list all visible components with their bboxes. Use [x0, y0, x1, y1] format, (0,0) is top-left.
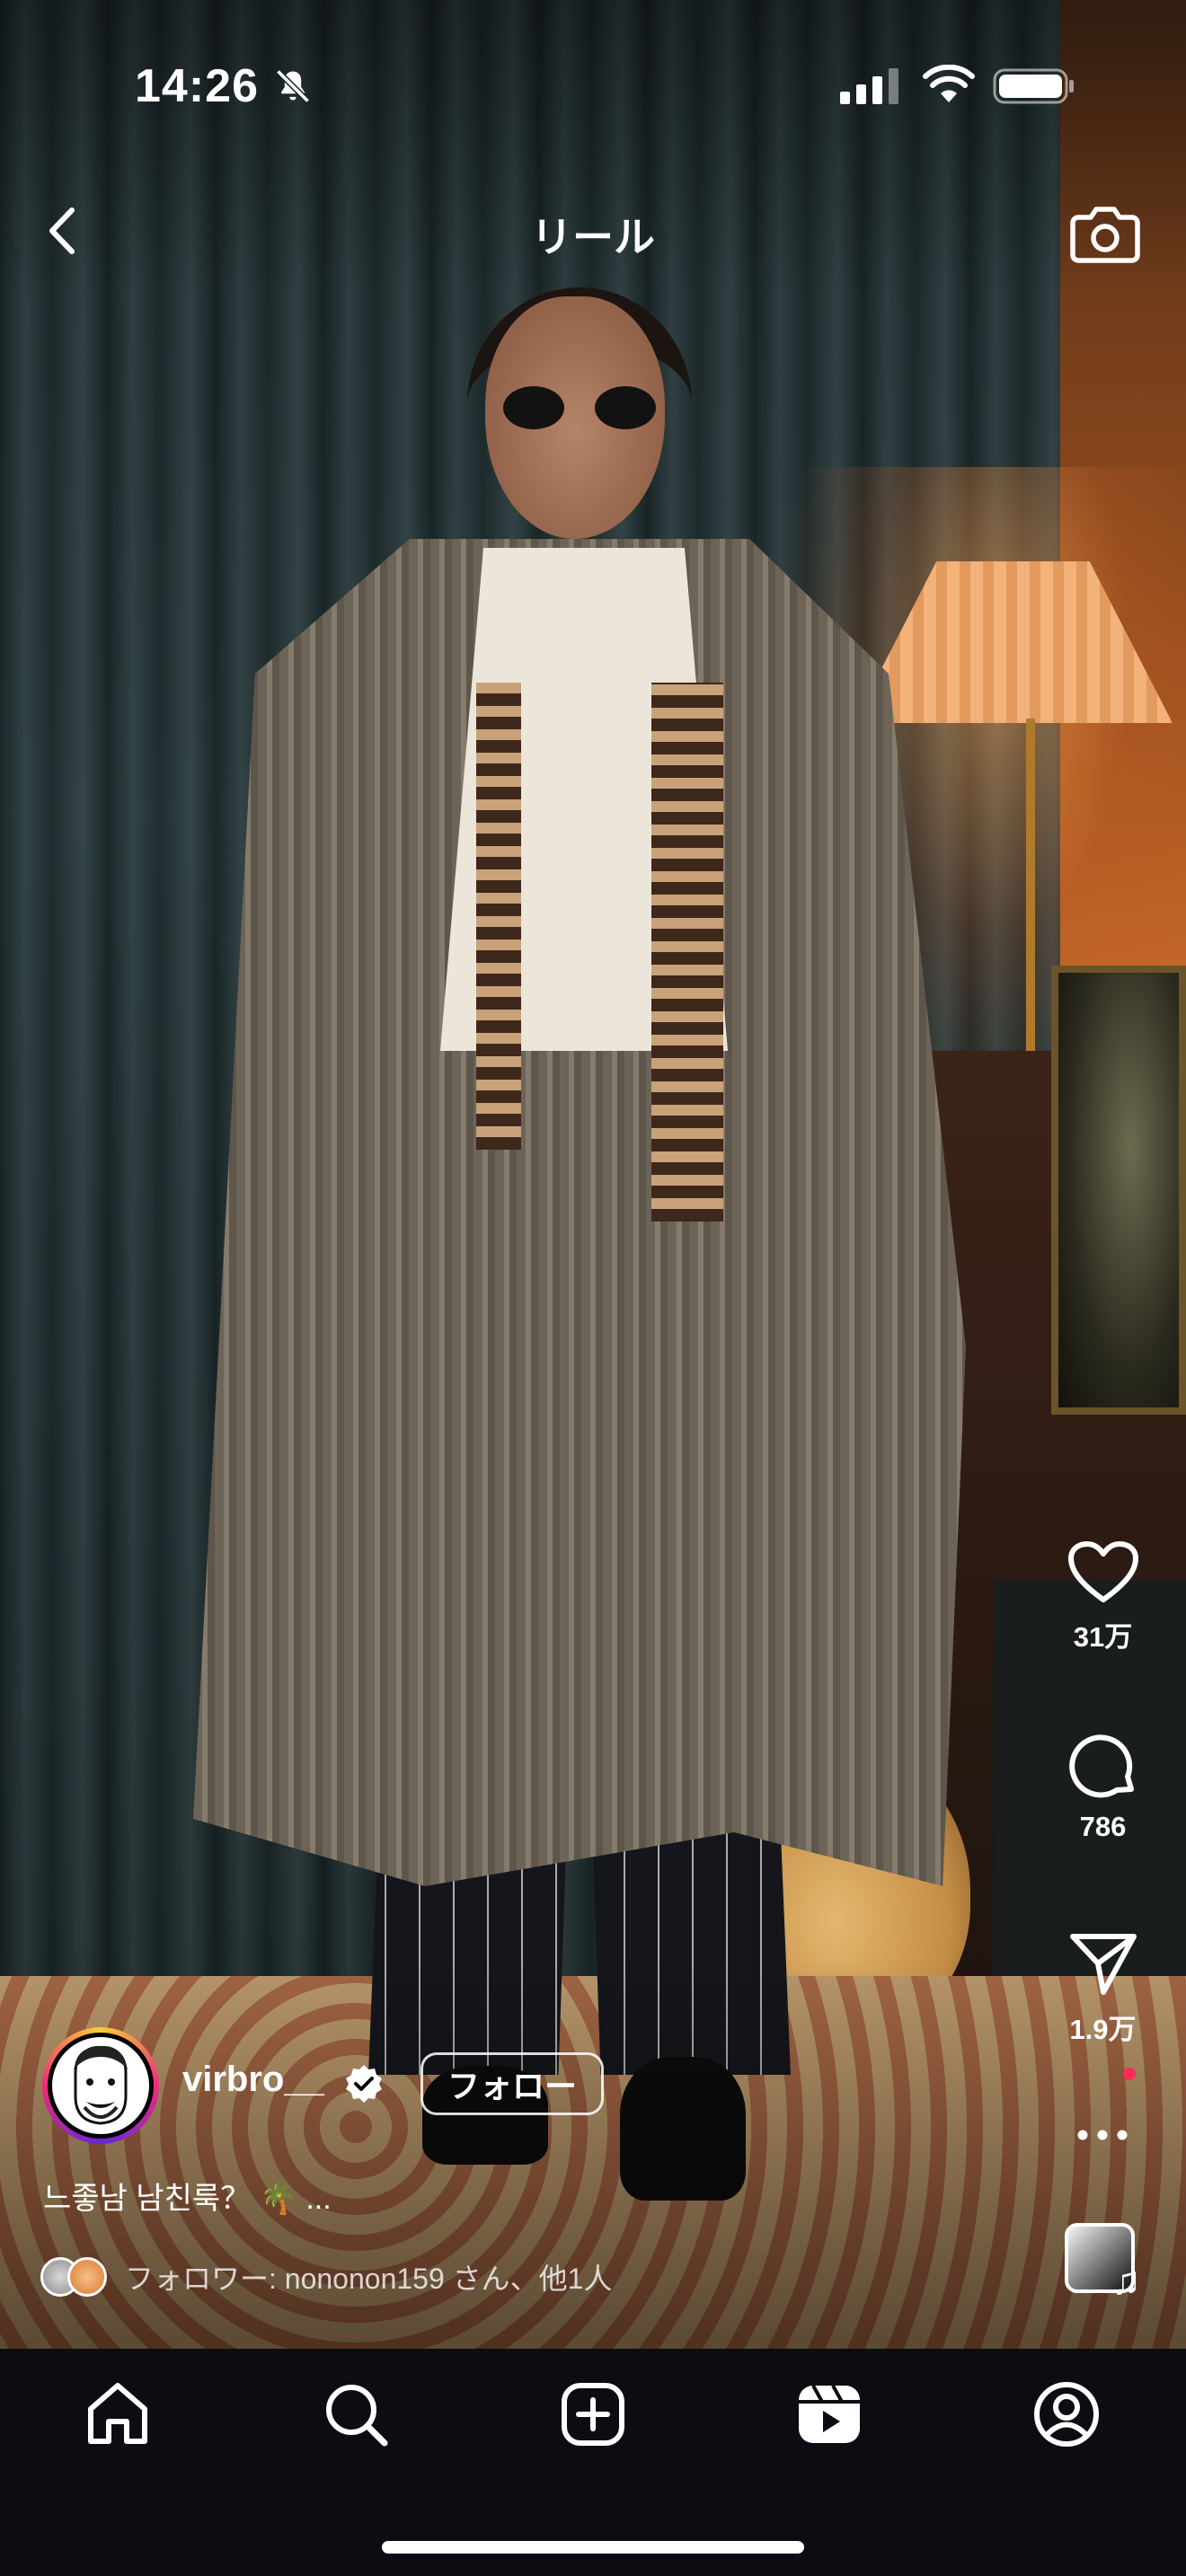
home-indicator[interactable]: [382, 2541, 804, 2554]
framed-painting: [1051, 966, 1186, 1415]
status-time: 14:26: [135, 60, 259, 112]
like-count: 31万: [1073, 1621, 1133, 1653]
share-button[interactable]: 1.9万: [1051, 1929, 1155, 2047]
followed-by-row[interactable]: フォロワー: nononon159 さん、他1人: [40, 2254, 612, 2299]
bell-off-icon: [276, 69, 310, 103]
page-title: リール: [531, 214, 655, 260]
search-icon[interactable]: [320, 2378, 392, 2450]
home-icon[interactable]: [82, 2378, 154, 2450]
like-button[interactable]: 31万: [1051, 1540, 1155, 1654]
original-audio-button[interactable]: ♫: [1065, 2223, 1146, 2304]
verified-badge-icon: [346, 2065, 382, 2103]
music-note-icon: ♫: [1111, 2259, 1141, 2303]
floor-lamp-pole: [1026, 719, 1035, 1060]
reel-video[interactable]: [0, 0, 1186, 2349]
tie-left: [476, 683, 521, 1150]
username[interactable]: virbro__: [182, 2060, 324, 2100]
followed-by-text: フォロワー: nononon159 さん、他1人: [125, 2263, 613, 2295]
battery-icon: [993, 68, 1074, 104]
wifi-icon: [923, 65, 975, 102]
follow-button[interactable]: フォロー: [420, 2052, 604, 2115]
share-count: 1.9万: [1069, 2014, 1137, 2045]
profile-icon[interactable]: [1031, 2378, 1102, 2450]
more-horizontal-icon[interactable]: [1074, 2124, 1131, 2146]
avatar[interactable]: [42, 2027, 159, 2144]
avatar-illustration: [74, 2045, 128, 2125]
create-icon[interactable]: [557, 2378, 629, 2450]
notification-dot: [1123, 2068, 1136, 2080]
sunglasses: [503, 386, 656, 431]
camera-icon[interactable]: [1069, 199, 1141, 264]
reels-icon[interactable]: [793, 2378, 865, 2450]
tie-right: [651, 683, 723, 1222]
avatar-image: [48, 2033, 154, 2139]
heart-icon: [1067, 1541, 1138, 1602]
comment-button[interactable]: 786: [1051, 1734, 1155, 1843]
comment-count: 786: [1079, 1811, 1127, 1842]
back-button[interactable]: [36, 199, 90, 262]
signal-icon: [840, 68, 898, 104]
comment-bubble-icon: [1068, 1734, 1134, 1798]
paper-plane-icon: [1069, 1934, 1137, 1995]
caption[interactable]: 느좋남 남친룩？ 🌴 ...: [43, 2174, 332, 2218]
follower-avatar: [67, 2257, 107, 2297]
